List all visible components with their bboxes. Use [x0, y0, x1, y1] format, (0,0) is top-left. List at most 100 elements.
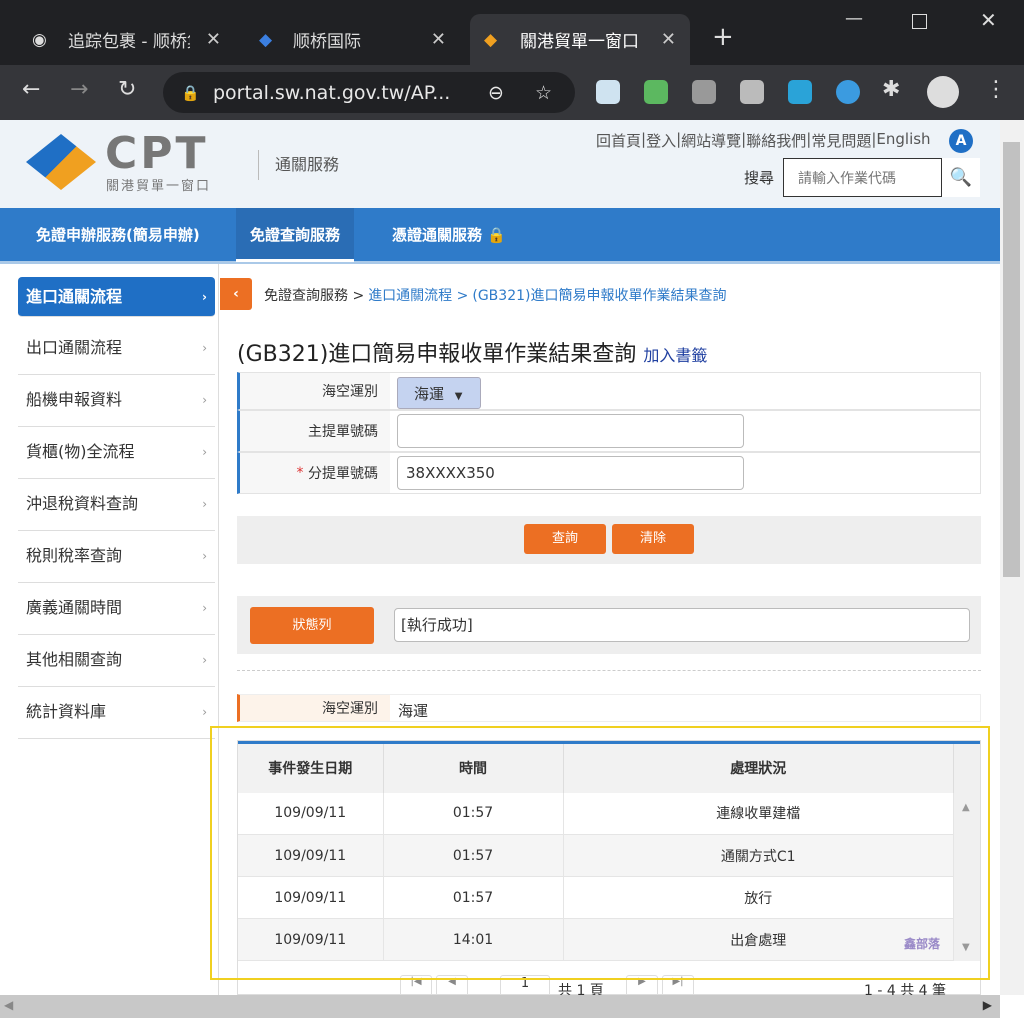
chevron-right-icon: ›	[202, 635, 207, 685]
sidebar-item-stats[interactable]: 統計資料庫 ›	[18, 687, 215, 739]
status-field: [執行成功]	[394, 608, 970, 642]
extension-icon[interactable]	[788, 80, 812, 104]
vertical-scrollbar[interactable]	[1000, 120, 1024, 995]
highlight-box	[210, 726, 990, 980]
add-bookmark-link[interactable]: 加入書籤	[643, 346, 707, 365]
breadcrumb-item: (GB321)進口簡易申報收單作業結果查詢	[472, 285, 726, 305]
form-row-mode: 海空運別	[237, 372, 981, 410]
extension-icon[interactable]	[692, 80, 716, 104]
search-label: 搜尋	[744, 167, 774, 188]
address-bar[interactable]: 🔒portal.sw.nat.gov.tw/AP...⊖☆	[163, 72, 575, 113]
sidebar-item-other[interactable]: 其他相關查詢 ›	[18, 635, 215, 687]
link-english[interactable]: English	[876, 130, 930, 151]
service-title: 通關服務	[258, 150, 339, 180]
lock-icon: 🔒	[487, 226, 506, 244]
field-label: 海空運別	[240, 695, 390, 721]
link-contact[interactable]: 聯絡我們	[746, 130, 806, 151]
field-label: * 分提單號碼	[240, 453, 390, 493]
main-nav: 免證申辦服務(簡易申辦) 免證查詢服務 憑證通關服務 🔒	[0, 208, 1000, 264]
extension-icon[interactable]	[644, 80, 668, 104]
chevron-right-icon: ›	[202, 531, 207, 581]
back-icon[interactable]: ←	[22, 77, 40, 102]
button-bar	[237, 516, 981, 564]
nav-cert[interactable]: 憑證通關服務 🔒	[392, 208, 506, 262]
chevron-right-icon: ›	[202, 323, 207, 373]
house-label: 分提單號碼	[308, 463, 378, 483]
scroll-right-icon[interactable]: ▶	[983, 998, 992, 1012]
new-tab-button[interactable]: +	[712, 22, 734, 52]
sidebar-item-export[interactable]: 出口通關流程 ›	[18, 323, 215, 375]
accessibility-badge[interactable]: A	[949, 129, 973, 153]
tab-tracking[interactable]: ◉追踪包裹 - 顺桥集✕	[20, 14, 235, 65]
forward-icon[interactable]: →	[70, 77, 88, 102]
bookmark-star-icon[interactable]: ☆	[535, 82, 552, 104]
extensions-puzzle-icon[interactable]: ✱	[882, 77, 900, 102]
sidebar-item-refund[interactable]: 沖退稅資料查詢›	[18, 479, 215, 531]
divider	[237, 670, 981, 671]
top-links: 回首頁|登入|網站導覽|聯絡我們|常見問題|English	[596, 130, 931, 151]
sidebar-label: 出口通關流程	[26, 338, 122, 357]
extension-icon[interactable]	[596, 80, 620, 104]
scrollbar-thumb[interactable]	[1003, 142, 1020, 577]
search-icon[interactable]: 🔍	[942, 158, 980, 197]
link-faq[interactable]: 常見問題	[811, 130, 871, 151]
cpt-logo-icon	[26, 134, 96, 190]
sidebar-label: 統計資料庫	[26, 702, 106, 721]
sidebar-label: 貨櫃(物)全流程	[26, 442, 135, 461]
result-mode-row: 海空運別 海運	[237, 694, 981, 722]
maximize-button[interactable]	[912, 14, 927, 29]
reload-icon[interactable]: ↻	[118, 77, 136, 102]
minimize-button[interactable]: —	[845, 8, 863, 29]
master-bill-input[interactable]	[397, 414, 744, 448]
breadcrumb: 免證查詢服務 > 進口通關流程 > (GB321)進口簡易申報收單作業結果查詢	[264, 285, 726, 305]
mode-select-value: 海運	[414, 385, 444, 403]
close-tab-icon[interactable]: ✕	[206, 29, 221, 50]
sidebar-item-tariff[interactable]: 稅則稅率查詢›	[18, 531, 215, 583]
scroll-left-icon[interactable]: ◀	[4, 998, 13, 1012]
menu-icon[interactable]: ⋮	[985, 77, 1007, 102]
breadcrumb-item[interactable]: 進口通關流程 >	[368, 285, 468, 305]
chevron-right-icon: ›	[202, 277, 207, 317]
collapse-sidebar-button[interactable]: ‹	[220, 278, 252, 310]
sidebar-label: 其他相關查詢	[26, 650, 122, 669]
mode-select[interactable]: 海運 ▼	[397, 377, 481, 409]
caret-down-icon: ▼	[455, 391, 463, 402]
search-input[interactable]	[783, 158, 942, 197]
breadcrumb-item[interactable]: 免證查詢服務 >	[264, 285, 364, 305]
link-home[interactable]: 回首頁	[596, 130, 641, 151]
status-label: 狀態列	[250, 607, 374, 644]
chevron-right-icon: ›	[202, 687, 207, 737]
link-sitemap[interactable]: 網站導覽	[681, 130, 741, 151]
globe-icon: ◉	[32, 30, 47, 50]
sidebar-item-clearance-time[interactable]: 廣義通關時間›	[18, 583, 215, 635]
sidebar-item-container[interactable]: 貨櫃(物)全流程›	[18, 427, 215, 479]
nav-free-apply[interactable]: 免證申辦服務(簡易申辦)	[36, 208, 200, 262]
close-tab-icon[interactable]: ✕	[661, 29, 676, 50]
chevron-right-icon: ›	[202, 583, 207, 633]
clear-button[interactable]: 清除	[612, 524, 694, 554]
horizontal-scrollbar[interactable]: ▶◀	[0, 995, 1000, 1018]
site-header: CPT 關港貿單一窗口 通關服務 回首頁|登入|網站導覽|聯絡我們|常見問題|E…	[0, 120, 1000, 208]
nav-free-query[interactable]: 免證查詢服務	[236, 208, 354, 262]
tab-shunqiao[interactable]: ◆顺桥国际✕	[245, 14, 460, 65]
cpt-favicon: ◆	[484, 30, 497, 50]
tab-cpt[interactable]: ◆關港貿單一窗口✕	[470, 14, 690, 65]
close-tab-icon[interactable]: ✕	[431, 29, 446, 50]
query-button[interactable]: 查詢	[524, 524, 606, 554]
link-login[interactable]: 登入	[646, 130, 676, 151]
required-mark: *	[297, 465, 304, 481]
field-label: 海空運別	[240, 373, 390, 409]
close-window-button[interactable]: ✕	[980, 8, 997, 32]
lock-icon: 🔒	[181, 84, 200, 102]
house-bill-input[interactable]: 38XXXX350	[397, 456, 744, 490]
zoom-icon[interactable]: ⊖	[488, 82, 504, 104]
result-mode-value: 海運	[398, 700, 428, 721]
profile-avatar[interactable]	[927, 76, 959, 108]
sidebar-item-vessel[interactable]: 船機申報資料›	[18, 375, 215, 427]
nav-cert-label: 憑證通關服務	[392, 226, 482, 244]
extension-icon[interactable]	[836, 80, 860, 104]
sidebar-label: 船機申報資料	[26, 390, 122, 409]
chevron-right-icon: ›	[202, 479, 207, 529]
sidebar-item-import[interactable]: 進口通關流程›	[18, 277, 215, 317]
extension-icon[interactable]	[740, 80, 764, 104]
